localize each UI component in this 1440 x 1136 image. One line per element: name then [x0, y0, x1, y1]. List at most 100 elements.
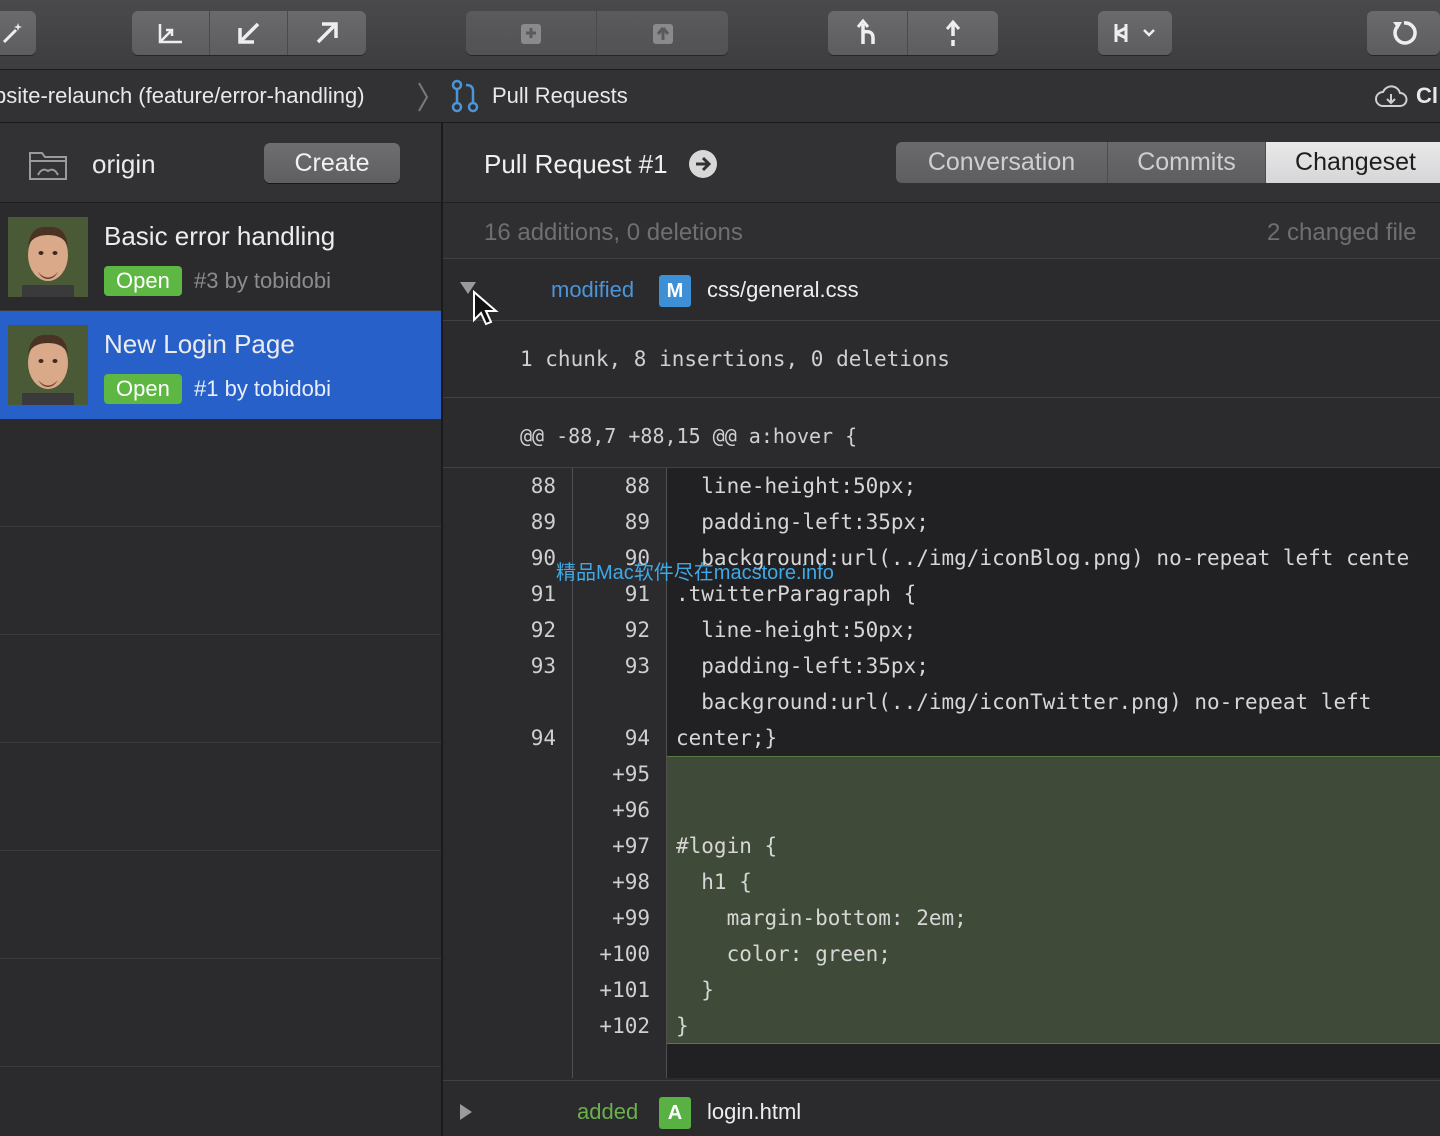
old-line-number: 93 — [530, 654, 556, 678]
file-status: added — [577, 1099, 639, 1124]
file-status: modified — [551, 277, 635, 302]
magic-button[interactable] — [0, 11, 36, 55]
new-line-number: +102 — [599, 1014, 650, 1038]
file-row[interactable]: added A login.html — [443, 1080, 1440, 1136]
remote-folder-icon — [29, 152, 67, 180]
diff-line: +100 color: green; — [443, 936, 1440, 972]
avatar — [8, 325, 88, 405]
pull-request-item-selected[interactable]: New Login Page Open #1 by tobidobi — [0, 311, 441, 419]
branch-icon — [856, 18, 875, 44]
hunk-header-text: @@ -88,7 +88,15 @@ a:hover { — [520, 424, 858, 448]
pop-button[interactable] — [597, 11, 728, 55]
tab-commits[interactable]: Commits — [1108, 142, 1266, 183]
fetch-button[interactable] — [132, 11, 210, 55]
diff-line: 94 94 center;} — [443, 720, 1440, 756]
tab-conversation[interactable]: Conversation — [896, 142, 1108, 183]
merge-button[interactable] — [908, 11, 998, 55]
detail-tabs: Conversation Commits Changeset — [896, 142, 1440, 183]
arrow-right-circle-icon[interactable] — [688, 149, 718, 179]
pull-request-meta: #1 by tobidobi — [194, 376, 331, 401]
mouse-pointer-icon — [473, 290, 499, 326]
detail-header: Pull Request #1 Conversation Commits Cha… — [443, 123, 1440, 203]
old-line-number: 94 — [530, 726, 556, 750]
diff-line: 92 92 line-height:50px; — [443, 612, 1440, 648]
code-line: padding-left:35px; — [676, 510, 929, 534]
empty-list-row — [0, 527, 441, 635]
diff-line: +95 — [443, 756, 1440, 792]
additions-deletions-summary: 16 additions, 0 deletions — [484, 219, 743, 246]
branch-button[interactable] — [828, 11, 908, 55]
pull-request-item[interactable]: Basic error handling Open #3 by tobidobi — [0, 203, 441, 311]
new-line-number: 94 — [624, 726, 650, 750]
new-line-number: +99 — [612, 906, 650, 930]
old-line-number: 91 — [530, 582, 556, 606]
status-badge: Open — [104, 266, 182, 296]
status-badge: Open — [104, 374, 182, 404]
breadcrumb-pull-requests[interactable]: Pull Requests — [492, 83, 628, 109]
empty-list-row — [0, 743, 441, 851]
empty-list-row — [0, 851, 441, 959]
sidebar-header: origin Create — [0, 123, 441, 203]
file-row[interactable]: modified M css/general.css — [443, 259, 1440, 321]
new-line-number: +96 — [612, 798, 650, 822]
added-badge: A — [659, 1097, 691, 1129]
push-icon — [316, 22, 338, 44]
code-line: } — [676, 978, 714, 1002]
tab-changeset[interactable]: Changeset — [1266, 142, 1440, 183]
stash-button[interactable] — [466, 11, 597, 55]
avatar — [8, 217, 88, 297]
pull-request-detail: Pull Request #1 Conversation Commits Cha… — [443, 123, 1440, 1136]
pull-request-title: Basic error handling — [104, 221, 336, 251]
toolbar-group-refresh — [1367, 11, 1440, 55]
push-button[interactable] — [288, 11, 366, 55]
create-pull-request-button[interactable]: Create — [264, 143, 400, 183]
fetch-icon — [158, 24, 182, 44]
cloud-download-icon[interactable] — [1374, 82, 1408, 112]
pull-icon — [237, 22, 259, 44]
diff-line: 89 89 padding-left:35px; — [443, 504, 1440, 540]
pull-button[interactable] — [210, 11, 288, 55]
new-line-number: 91 — [624, 582, 650, 606]
new-line-number: +95 — [612, 762, 650, 786]
compare-button[interactable] — [1098, 11, 1172, 55]
new-line-number: 92 — [624, 618, 650, 642]
diff-line: background:url(../img/iconTwitter.png) n… — [443, 684, 1440, 720]
diff-line: +96 — [443, 792, 1440, 828]
empty-list-row — [0, 959, 441, 1067]
new-line-number: +101 — [599, 978, 650, 1002]
pull-request-heading: Pull Request #1 — [484, 149, 668, 179]
toolbar-group-magic — [0, 11, 36, 55]
old-line-number: 88 — [530, 474, 556, 498]
disclosure-collapsed-icon[interactable] — [459, 1103, 473, 1121]
code-line: h1 { — [676, 870, 752, 894]
toolbar — [0, 0, 1440, 70]
code-line: line-height:50px; — [676, 474, 917, 498]
pull-request-list: Basic error handling Open #3 by tobidobi… — [0, 203, 441, 1067]
code-line: background:url(../img/iconTwitter.png) n… — [676, 690, 1372, 714]
author-avatar-icon — [8, 217, 88, 297]
refresh-icon — [1392, 21, 1417, 45]
hunk-header: @@ -88,7 +88,15 @@ a:hover { — [443, 398, 1440, 468]
diff-line: +99 margin-bottom: 2em; — [443, 900, 1440, 936]
chunk-summary-text: 1 chunk, 8 insertions, 0 deletions — [520, 347, 950, 371]
pull-request-icon — [451, 79, 479, 113]
code-line: } — [676, 1014, 689, 1038]
diff-line: +97 #login { — [443, 828, 1440, 864]
stash-icon — [521, 24, 541, 44]
remote-name: origin — [92, 149, 156, 179]
breadcrumb-repo[interactable]: bsite-relaunch (feature/error-handling) — [0, 83, 365, 109]
breadcrumb: bsite-relaunch (feature/error-handling) … — [0, 70, 1440, 123]
compare-icon — [1114, 24, 1155, 42]
toolbar-group-branch — [828, 11, 998, 55]
old-line-number: 90 — [530, 546, 556, 570]
toolbar-group-stash — [466, 11, 728, 55]
empty-list-row — [0, 635, 441, 743]
new-line-number: 93 — [624, 654, 650, 678]
old-line-number: 89 — [530, 510, 556, 534]
watermark-text: 精品Mac软件尽在macstore.info — [556, 562, 834, 584]
diff-line: +98 h1 { — [443, 864, 1440, 900]
pull-request-title: New Login Page — [104, 329, 295, 359]
refresh-button[interactable] — [1367, 11, 1440, 55]
breadcrumb-cloud-label[interactable]: Cl — [1416, 83, 1438, 109]
code-line: #login { — [676, 834, 778, 858]
